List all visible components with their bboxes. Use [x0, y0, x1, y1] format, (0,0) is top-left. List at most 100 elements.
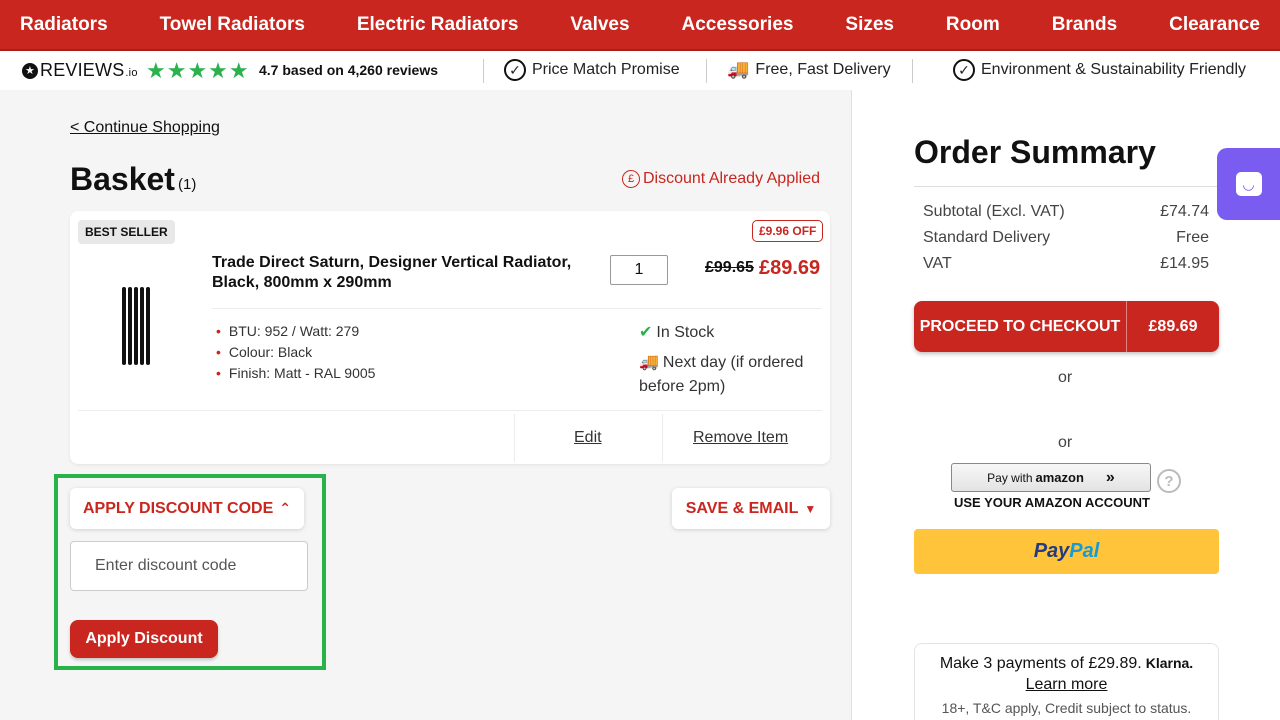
summary-value: Free: [1176, 229, 1209, 246]
chevron-down-icon: ▼: [804, 501, 817, 516]
summary-row-subtotal: Subtotal (Excl. VAT) £74.74: [923, 203, 1209, 221]
discount-code-input[interactable]: [70, 541, 308, 591]
environment-label: Environment & Sustainability Friendly: [981, 61, 1247, 78]
rating-stars: ★★★★★: [146, 58, 250, 83]
apply-discount-button[interactable]: Apply Discount: [70, 620, 218, 658]
discount-applied-text: Discount Already Applied: [643, 170, 820, 187]
summary-row-vat: VAT £14.95: [923, 255, 1209, 273]
learn-more-link[interactable]: Learn more: [1026, 676, 1108, 694]
amazon-logo: amazon: [1035, 470, 1084, 485]
summary-label: Standard Delivery: [923, 229, 1051, 246]
divider: [483, 59, 484, 83]
rating-text[interactable]: 4.7 based on 4,260 reviews: [259, 62, 438, 78]
stock-status: ✔ In Stock: [639, 322, 714, 342]
continue-shopping-link[interactable]: < Continue Shopping: [70, 119, 220, 137]
paypal-logo-pay: Pay: [1033, 540, 1070, 562]
old-price: £99.65: [705, 259, 754, 276]
nav-clearance[interactable]: Clearance: [1169, 14, 1260, 36]
main-nav: Radiators Towel Radiators Electric Radia…: [0, 0, 1280, 51]
summary-row-delivery: Standard Delivery Free: [923, 229, 1209, 247]
discount-badge: £9.96 OFF: [752, 220, 824, 242]
amazon-note: USE YOUR AMAZON ACCOUNT: [954, 495, 1150, 510]
divider: [706, 59, 707, 83]
summary-label: Subtotal (Excl. VAT): [923, 203, 1065, 220]
environment-item: ✓ Environment & Sustainability Friendly: [953, 59, 1246, 81]
chevron-up-icon: ⌃: [279, 500, 291, 516]
save-email-label: SAVE & EMAIL: [685, 499, 799, 517]
klarna-terms: 18+, T&C apply, Credit subject to status…: [941, 700, 1192, 716]
nav-accessories[interactable]: Accessories: [681, 14, 793, 36]
amazon-pay-button[interactable]: Pay with amazon »: [951, 463, 1151, 492]
star-icon: ★: [22, 62, 38, 79]
spec-item: BTU: 952 / Watt: 279: [216, 321, 375, 342]
apply-discount-toggle[interactable]: APPLY DISCOUNT CODE ⌃: [70, 488, 304, 529]
nav-sizes[interactable]: Sizes: [845, 14, 894, 36]
divider: [912, 59, 913, 83]
divider: [78, 410, 822, 411]
amazon-pay-with: Pay with: [987, 470, 1033, 485]
double-chevron-icon: »: [1105, 468, 1115, 486]
delivery-label: Free, Fast Delivery: [755, 60, 891, 78]
divider: [514, 414, 515, 462]
divider: [914, 186, 1219, 187]
chat-icon: ◡: [1235, 172, 1262, 196]
remove-item-link[interactable]: Remove Item: [693, 429, 788, 447]
best-seller-badge: BEST SELLER: [78, 220, 175, 244]
check-circle-icon: ✓: [953, 59, 975, 81]
reviews-logo-text: REVIEWS: [40, 60, 125, 80]
page-title: Basket: [70, 161, 175, 197]
summary-value: £74.74: [1160, 203, 1209, 220]
paypal-logo-pal: Pal: [1069, 540, 1100, 562]
price-match-item: ✓ Price Match Promise: [504, 59, 680, 81]
or-separator: or: [1058, 434, 1073, 451]
basket-count: (1): [178, 176, 197, 193]
check-icon: ✔: [639, 324, 653, 341]
divider: [212, 308, 822, 309]
klarna-box: Make 3 payments of £29.89. Klarna. Learn …: [914, 643, 1219, 720]
order-summary-title: Order Summary: [914, 134, 1156, 170]
checkout-amount: £89.69: [1148, 317, 1198, 335]
or-separator: or: [1058, 369, 1073, 386]
product-title[interactable]: Trade Direct Saturn, Designer Vertical R…: [212, 253, 592, 293]
discount-applied-notice: £ Discount Already Applied: [622, 170, 820, 188]
proceed-to-checkout-button[interactable]: PROCEED TO CHECKOUT £89.69: [914, 301, 1219, 352]
truck-icon: 🚚: [727, 59, 750, 79]
spec-item: Finish: Matt - RAL 9005: [216, 363, 376, 384]
nav-electric-radiators[interactable]: Electric Radiators: [357, 14, 519, 36]
save-email-button[interactable]: SAVE & EMAIL ▼: [672, 488, 830, 529]
klarna-logo: Klarna.: [1145, 655, 1194, 671]
spec-item: Colour: Black: [216, 342, 375, 363]
help-icon[interactable]: ?: [1157, 469, 1181, 493]
nav-radiators[interactable]: Radiators: [20, 14, 108, 36]
reviews-io-logo[interactable]: ★ REVIEWS .io: [22, 60, 138, 81]
delivery-item: 🚚 Free, Fast Delivery: [727, 59, 891, 80]
paypal-button[interactable]: Pay Pal: [914, 529, 1219, 574]
check-circle-icon: ✓: [504, 59, 526, 81]
trust-bar: ★ REVIEWS .io ★★★★★ 4.7 based on 4,260 r…: [0, 51, 1280, 90]
pound-icon: £: [622, 170, 640, 188]
product-image[interactable]: [122, 287, 150, 365]
klarna-line: Make 3 payments of £29.89. Klarna.: [915, 655, 1218, 673]
delivery-info: 🚚 Next day (if ordered before 2pm): [639, 351, 829, 399]
reviews-logo-suffix: .io: [125, 67, 138, 79]
quantity-input[interactable]: 1: [610, 255, 668, 285]
stock-text: In Stock: [656, 324, 715, 341]
divider: [662, 414, 663, 462]
delivery-text: Next day (if ordered before 2pm): [639, 354, 804, 395]
product-specs: BTU: 952 / Watt: 279 Colour: Black Finis…: [216, 321, 376, 384]
chat-widget-button[interactable]: ◡: [1217, 148, 1280, 220]
nav-brands[interactable]: Brands: [1052, 14, 1117, 36]
basket-item-card: BEST SELLER Trade Direct Saturn, Designe…: [70, 211, 830, 464]
edit-item-link[interactable]: Edit: [574, 429, 602, 447]
checkout-label: PROCEED TO CHECKOUT: [919, 317, 1121, 335]
apply-discount-toggle-label: APPLY DISCOUNT CODE: [83, 499, 274, 517]
summary-label: VAT: [923, 255, 952, 272]
klarna-text: Make 3 payments of £29.89.: [939, 655, 1142, 672]
nav-towel-radiators[interactable]: Towel Radiators: [160, 14, 305, 36]
truck-icon: 🚚: [639, 354, 659, 371]
new-price: £89.69: [759, 257, 821, 279]
summary-value: £14.95: [1160, 255, 1209, 272]
nav-valves[interactable]: Valves: [570, 14, 629, 36]
nav-room[interactable]: Room: [946, 14, 1000, 36]
price-match-label: Price Match Promise: [532, 61, 680, 78]
